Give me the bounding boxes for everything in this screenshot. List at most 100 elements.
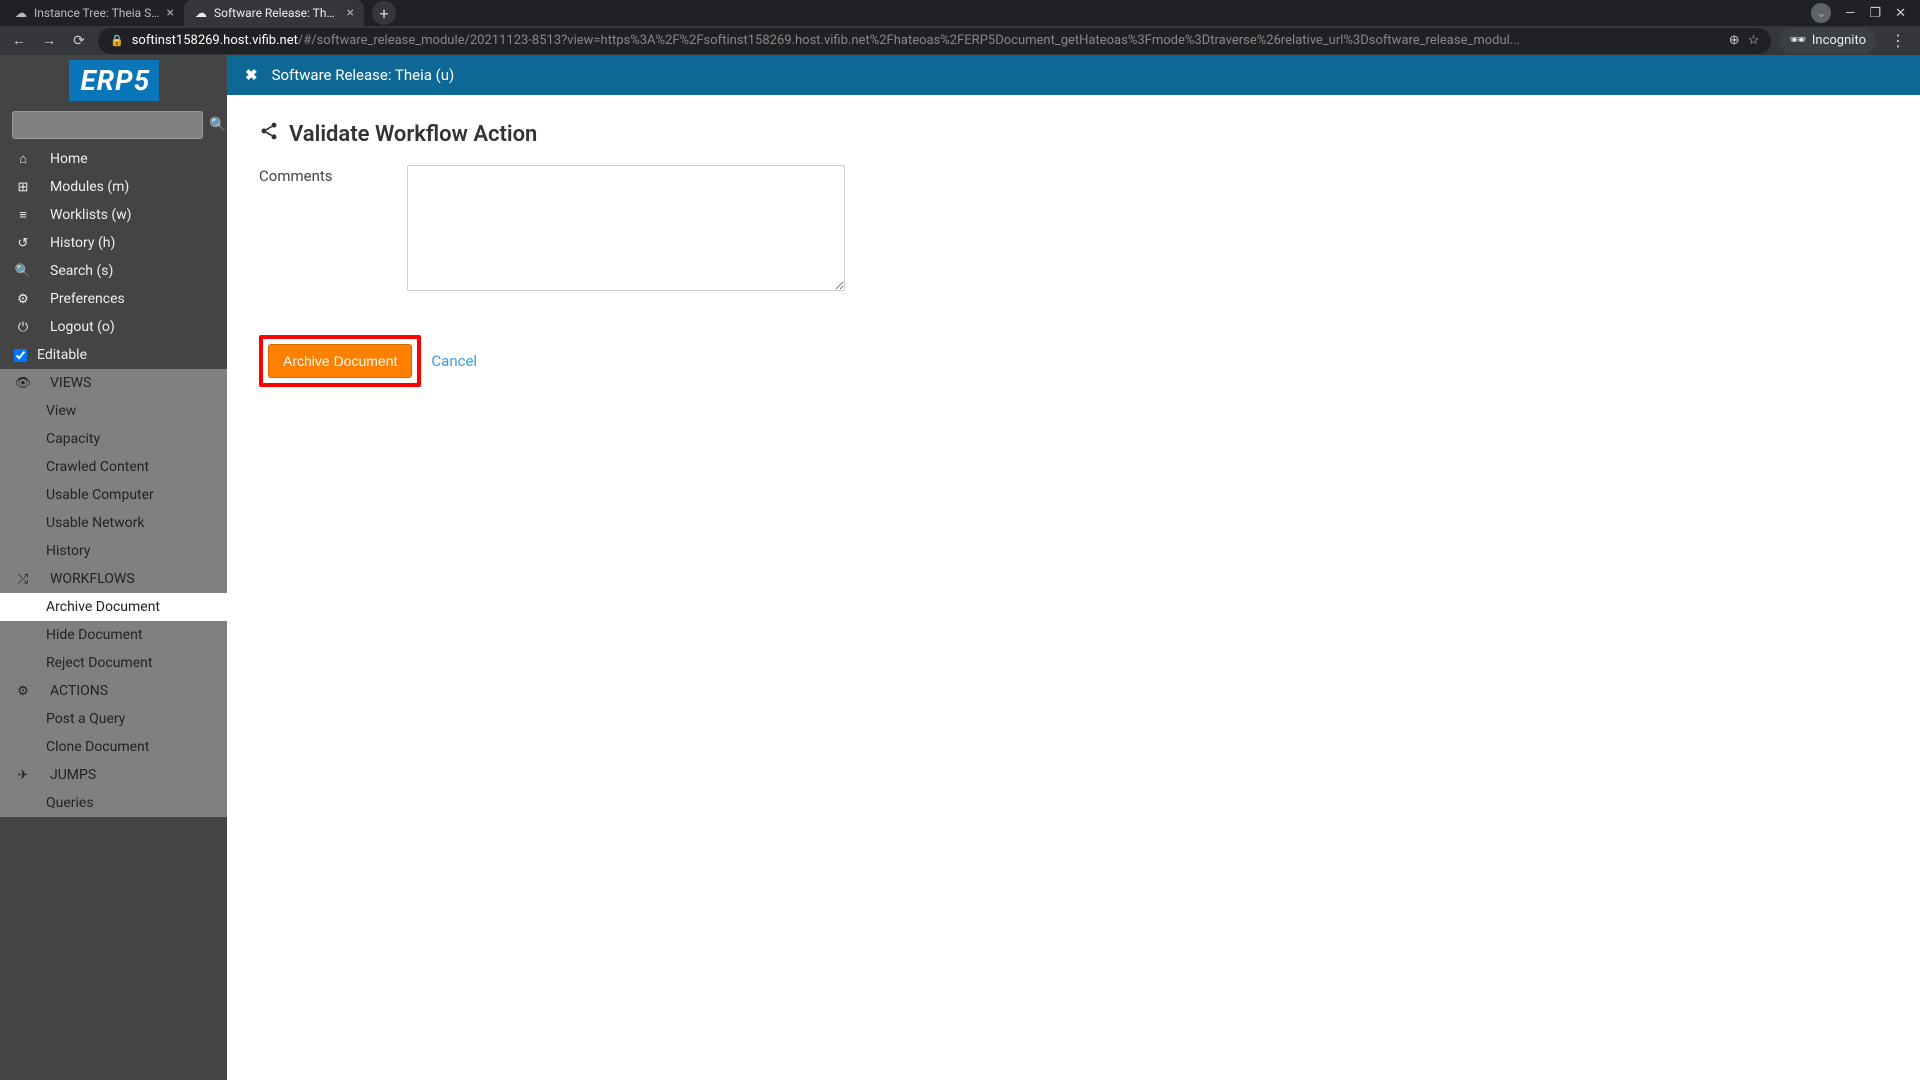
workflows-item-archive-document[interactable]: Archive Document: [0, 593, 227, 621]
actions-item-clone-document[interactable]: Clone Document: [0, 733, 227, 761]
close-icon[interactable]: ✖: [245, 66, 258, 84]
new-tab-button[interactable]: +: [372, 1, 396, 25]
editable-checkbox[interactable]: [14, 349, 27, 362]
app-container: ERP5 🔍 ⌂ Home ⊞ Modules (m) ≡ Worklists …: [0, 55, 1920, 1080]
views-item-view[interactable]: View: [0, 397, 227, 425]
workflows-item-hide-document[interactable]: Hide Document: [0, 621, 227, 649]
sidebar-item-label: Preferences: [50, 291, 125, 307]
sidebar-item-label: Usable Computer: [46, 487, 154, 503]
actions-item-post-query[interactable]: Post a Query: [0, 705, 227, 733]
nav-bar: ← → ⟳ 🔒 softinst158269.host.vifib.net/#/…: [0, 26, 1920, 55]
form-heading-label: Validate Workflow Action: [289, 122, 537, 147]
sidebar-item-logout[interactable]: ⏻ Logout (o): [0, 313, 227, 341]
content-area: ✖ Software Release: Theia (u) Validate W…: [227, 55, 1920, 1080]
views-header: 👁 VIEWS: [0, 369, 227, 397]
sidebar-item-label: Archive Document: [46, 599, 160, 615]
cloud-icon: ☁: [14, 6, 28, 20]
history-icon: ↺: [14, 236, 32, 251]
sidebar-item-label: History (h): [50, 235, 115, 251]
incognito-label: Incognito: [1812, 33, 1866, 48]
sidebar: ERP5 🔍 ⌂ Home ⊞ Modules (m) ≡ Worklists …: [0, 55, 227, 1080]
section-header-label: ACTIONS: [50, 683, 108, 699]
sidebar-item-worklists[interactable]: ≡ Worklists (w): [0, 201, 227, 229]
sidebar-item-label: Home: [50, 151, 88, 167]
search-icon[interactable]: 🔍: [209, 117, 226, 133]
eye-icon: 👁: [14, 376, 32, 391]
sidebar-item-history[interactable]: ↺ History (h): [0, 229, 227, 257]
close-window-button[interactable]: ✕: [1895, 6, 1906, 21]
sidebar-item-preferences[interactable]: ⚙ Preferences: [0, 285, 227, 313]
sidebar-item-label: Crawled Content: [46, 459, 149, 475]
plane-icon: ✈: [14, 768, 32, 783]
close-icon[interactable]: ×: [167, 5, 174, 21]
sidebar-item-label: History: [46, 543, 91, 559]
browser-chrome: ☁ Instance Tree: Theia Servi × ☁ Softwar…: [0, 0, 1920, 55]
logo[interactable]: ERP5: [69, 60, 159, 101]
comments-label: Comments: [259, 165, 397, 185]
browser-tab-instance-tree[interactable]: ☁ Instance Tree: Theia Servi ×: [4, 0, 184, 26]
sidebar-item-label: Queries: [46, 795, 94, 811]
views-item-capacity[interactable]: Capacity: [0, 425, 227, 453]
cancel-link[interactable]: Cancel: [431, 352, 477, 370]
views-item-usable-computer[interactable]: Usable Computer: [0, 481, 227, 509]
page-title: Software Release: Theia (u): [272, 66, 455, 84]
search-icon: 🔍: [14, 264, 32, 279]
profile-avatar[interactable]: ⌄: [1811, 3, 1831, 23]
maximize-button[interactable]: ❐: [1869, 6, 1881, 21]
jumps-item-queries[interactable]: Queries: [0, 789, 227, 817]
sidebar-item-label: Usable Network: [46, 515, 144, 531]
window-controls: ⌄ — ❐ ✕: [1811, 3, 1916, 23]
jumps-header: ✈ JUMPS: [0, 761, 227, 789]
sidebar-item-label: Clone Document: [46, 739, 149, 755]
star-icon[interactable]: ☆: [1748, 33, 1760, 48]
views-item-crawled-content[interactable]: Crawled Content: [0, 453, 227, 481]
form-heading: Validate Workflow Action: [259, 121, 1888, 147]
incognito-badge[interactable]: 🕶 Incognito: [1779, 28, 1876, 54]
search-row: 🔍: [0, 109, 227, 145]
workflows-header: ⤭ WORKFLOWS: [0, 565, 227, 593]
tab-title: Instance Tree: Theia Servi: [34, 6, 161, 20]
worklists-icon: ≡: [14, 207, 32, 223]
logout-icon: ⏻: [14, 320, 32, 335]
tab-bar: ☁ Instance Tree: Theia Servi × ☁ Softwar…: [0, 0, 1920, 26]
search-input[interactable]: [12, 111, 203, 139]
reload-button[interactable]: ⟳: [68, 33, 90, 49]
sidebar-item-modules[interactable]: ⊞ Modules (m): [0, 173, 227, 201]
shuffle-icon: ⤭: [14, 572, 32, 587]
sidebar-item-editable[interactable]: Editable: [0, 341, 227, 369]
sidebar-item-home[interactable]: ⌂ Home: [0, 145, 227, 173]
content-body: Validate Workflow Action Comments Archiv…: [227, 95, 1920, 413]
section-header-label: VIEWS: [50, 375, 91, 391]
close-icon[interactable]: ×: [347, 5, 354, 21]
section-header-label: JUMPS: [50, 767, 96, 783]
button-row: Archive Document Cancel: [259, 335, 1888, 387]
minimize-button[interactable]: —: [1845, 6, 1855, 21]
tab-title: Software Release: Theia: [214, 6, 341, 20]
back-button[interactable]: ←: [8, 32, 30, 49]
workflows-item-reject-document[interactable]: Reject Document: [0, 649, 227, 677]
forward-button[interactable]: →: [38, 32, 60, 49]
sidebar-item-label: Worklists (w): [50, 207, 132, 223]
browser-tab-software-release[interactable]: ☁ Software Release: Theia ×: [184, 0, 364, 26]
url-bar[interactable]: 🔒 softinst158269.host.vifib.net/#/softwa…: [98, 28, 1771, 54]
content-header: ✖ Software Release: Theia (u): [227, 55, 1920, 95]
sidebar-item-label: Hide Document: [46, 627, 142, 643]
home-icon: ⌂: [14, 151, 32, 167]
actions-header: ⚙ ACTIONS: [0, 677, 227, 705]
zoom-icon[interactable]: ⊕: [1729, 33, 1740, 48]
sidebar-item-label: Logout (o): [50, 319, 115, 335]
preferences-icon: ⚙: [14, 292, 32, 307]
cloud-icon: ☁: [194, 6, 208, 20]
section-header-label: WORKFLOWS: [50, 571, 135, 587]
archive-document-button[interactable]: Archive Document: [268, 344, 412, 378]
sidebar-item-label: View: [46, 403, 76, 419]
sidebar-item-label: Post a Query: [46, 711, 125, 727]
modules-icon: ⊞: [14, 180, 32, 195]
menu-button[interactable]: ⋮: [1884, 31, 1912, 50]
lock-icon: 🔒: [110, 34, 124, 47]
views-item-usable-network[interactable]: Usable Network: [0, 509, 227, 537]
sidebar-item-search[interactable]: 🔍 Search (s): [0, 257, 227, 285]
views-item-history[interactable]: History: [0, 537, 227, 565]
form-row-comments: Comments: [259, 165, 1888, 291]
comments-textarea[interactable]: [407, 165, 845, 291]
